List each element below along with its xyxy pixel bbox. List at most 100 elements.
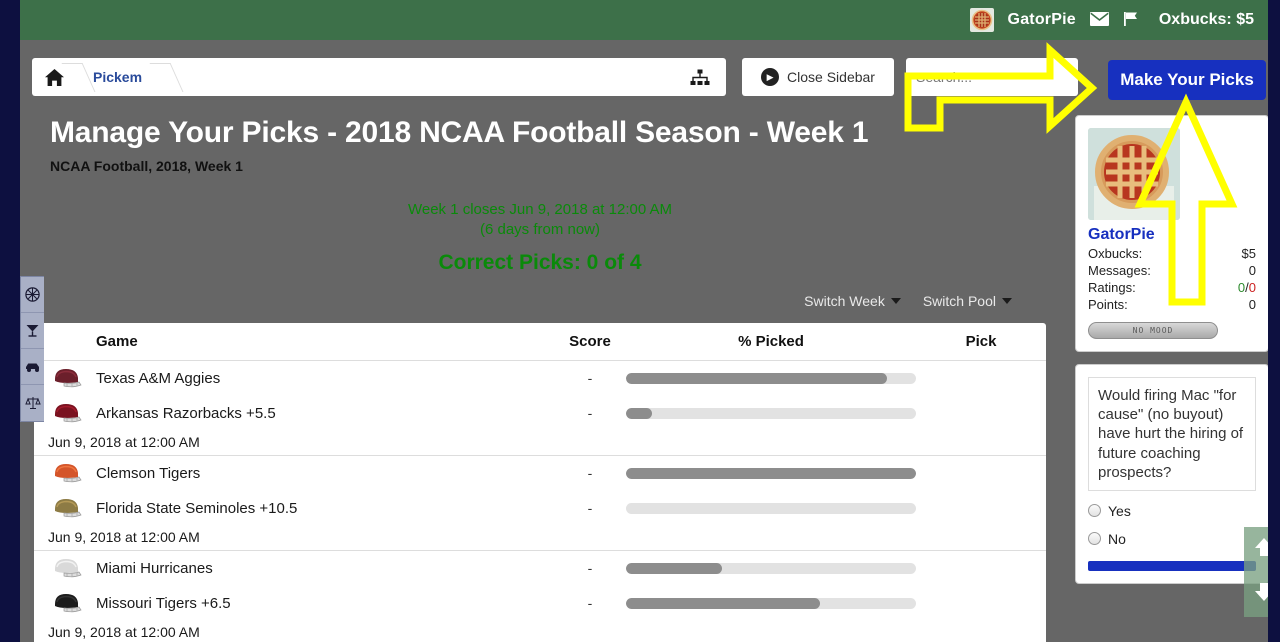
helmet-icon — [48, 496, 88, 520]
scroll-up-arrow-icon[interactable] — [1252, 535, 1268, 564]
helmet-icon — [48, 591, 88, 615]
stat-label: Oxbucks: — [1088, 246, 1143, 261]
right-sidebar: GatorPie Oxbucks: $5 Messages: 0 Ratings: 0/0… — [1075, 115, 1268, 584]
poll-option[interactable]: Yes — [1088, 503, 1256, 519]
scroll-arrows — [1244, 527, 1268, 617]
correct-picks-count: Correct Picks: 0 of 4 — [438, 250, 642, 274]
team-name: Clemson Tigers — [96, 464, 201, 482]
column-header-score: Score — [569, 332, 611, 350]
header-username[interactable]: GatorPie — [1008, 11, 1076, 29]
pct-picked-bar — [626, 502, 916, 514]
team-name: Miami Hurricanes — [96, 559, 213, 577]
column-header-game: Game — [96, 332, 138, 350]
pie-avatar-icon[interactable] — [969, 8, 994, 32]
table-row[interactable]: Texas A&M Aggies - — [34, 361, 1046, 396]
switch-pool-label: Switch Pool — [922, 292, 996, 309]
pct-picked-bar — [626, 372, 916, 384]
poll-card: Would firing Mac "for cause" (no buyout)… — [1075, 364, 1268, 584]
profile-card: GatorPie Oxbucks: $5 Messages: 0 Ratings: 0/0… — [1075, 115, 1268, 352]
left-icon-rail — [20, 276, 44, 422]
stat-value: 0 — [1248, 263, 1256, 278]
pct-picked-bar — [626, 407, 916, 419]
pct-picked-cell — [626, 597, 916, 609]
table-row[interactable]: Missouri Tigers +6.5 - — [34, 586, 1046, 621]
chevron-down-icon — [890, 297, 901, 304]
sitemap-icon[interactable] — [680, 62, 720, 92]
search-box — [906, 58, 1078, 96]
team-name: Texas A&M Aggies — [96, 369, 221, 387]
days-from-now-line: (6 days from now) — [479, 221, 601, 239]
picks-table: Game Score % Picked Pick Texas A&M Aggie… — [34, 322, 1046, 642]
breadcrumb: Pickem — [32, 58, 726, 96]
poll-options: Yes No — [1088, 503, 1256, 547]
helmet-icon — [48, 366, 88, 390]
profile-username[interactable]: GatorPie — [1088, 226, 1256, 244]
radio-button-icon[interactable] — [1088, 504, 1101, 518]
team-cell: Missouri Tigers +6.5 — [34, 591, 554, 615]
martini-icon[interactable] — [21, 313, 44, 349]
radio-button-icon[interactable] — [1088, 532, 1101, 546]
stat-value: $5 — [1241, 246, 1256, 261]
envelope-icon[interactable] — [1089, 11, 1109, 29]
helmet-icon — [48, 556, 88, 580]
page-root: GatorPie Oxbucks: $5 Pickem ▶ Close Side… — [0, 0, 1280, 642]
chevron-down-icon-2 — [1002, 297, 1012, 304]
team-name: Missouri Tigers +6.5 — [96, 594, 231, 612]
team-score: - — [587, 465, 593, 481]
car-icon[interactable] — [21, 349, 44, 385]
switch-pool-dropdown[interactable]: Switch Pool — [923, 293, 1012, 309]
game-date: Jun 9, 2018 at 12:00 AM — [48, 433, 200, 450]
make-your-picks-button[interactable]: Make Your Picks — [1108, 60, 1266, 100]
table-row[interactable]: Clemson Tigers - — [34, 456, 1046, 491]
pie-avatar-large-icon[interactable] — [1088, 128, 1180, 220]
pool-status: Week 1 closes Jun 9, 2018 at 12:00 AM (6… — [20, 174, 1060, 275]
game-block: Miami Hurricanes - Missouri Tigers +6.5 - Ju… — [34, 551, 1046, 642]
close-sidebar-button[interactable]: ▶ Close Sidebar — [742, 58, 894, 96]
team-name: Arkansas Razorbacks +5.5 — [96, 404, 276, 422]
team-cell: Texas A&M Aggies — [34, 366, 554, 390]
profile-stat-ratings: Ratings: 0/0 — [1088, 280, 1256, 295]
stat-label: Points: — [1088, 297, 1128, 312]
team-cell: Miami Hurricanes — [34, 556, 554, 580]
team-name: Florida State Seminoles +10.5 — [96, 499, 298, 517]
table-row[interactable]: Miami Hurricanes - — [34, 551, 1046, 586]
header-user-area: GatorPie Oxbucks: $5 — [969, 0, 1254, 40]
pct-picked-fill — [626, 562, 722, 574]
arrow-right-circle-icon: ▶ — [761, 68, 780, 86]
poll-question: Would firing Mac "for cause" (no buyout)… — [1088, 377, 1256, 491]
basketball-icon[interactable] — [21, 277, 44, 313]
breadcrumb-separator-2 — [164, 58, 165, 96]
poll-vote-button[interactable] — [1088, 560, 1256, 571]
pct-picked-cell — [626, 562, 916, 574]
profile-stat-row: Messages: 0 — [1088, 263, 1256, 278]
pct-picked-fill — [626, 597, 821, 609]
app-toolbar: Pickem ▶ Close Sidebar — [20, 40, 1268, 102]
pct-picked-cell — [626, 372, 916, 384]
poll-option-label: Yes — [1108, 502, 1131, 519]
pct-picked-fill — [626, 407, 653, 419]
ratings-negative: 0 — [1248, 280, 1256, 295]
search-input[interactable] — [906, 58, 1078, 96]
profile-stat-row: Oxbucks: $5 — [1088, 246, 1256, 261]
pct-picked-cell — [626, 407, 916, 419]
scales-icon[interactable] — [21, 385, 44, 421]
mood-button[interactable]: NO MOOD — [1088, 322, 1218, 339]
table-row[interactable]: Florida State Seminoles +10.5 - — [34, 491, 1046, 526]
game-date: Jun 9, 2018 at 12:00 AM — [48, 528, 200, 545]
flag-icon[interactable] — [1123, 11, 1139, 30]
pct-picked-cell — [626, 467, 916, 479]
stat-value: 0/0 — [1238, 280, 1256, 295]
header-oxbucks[interactable]: Oxbucks: $5 — [1159, 11, 1254, 29]
browser-viewport: GatorPie Oxbucks: $5 Pickem ▶ Close Side… — [20, 0, 1268, 642]
team-score: - — [587, 595, 593, 611]
pct-picked-bar — [626, 562, 916, 574]
poll-option[interactable]: No — [1088, 531, 1256, 547]
breadcrumb-separator — [76, 58, 77, 96]
table-row[interactable]: Arkansas Razorbacks +5.5 - — [34, 396, 1046, 431]
game-date: Jun 9, 2018 at 12:00 AM — [48, 623, 200, 640]
pct-picked-fill — [626, 372, 887, 384]
team-cell: Arkansas Razorbacks +5.5 — [34, 401, 554, 425]
games-container: Texas A&M Aggies - Arkansas Razorbacks +5.… — [34, 361, 1046, 642]
switch-week-dropdown[interactable]: Switch Week — [804, 293, 901, 309]
scroll-down-arrow-icon[interactable] — [1252, 580, 1268, 609]
